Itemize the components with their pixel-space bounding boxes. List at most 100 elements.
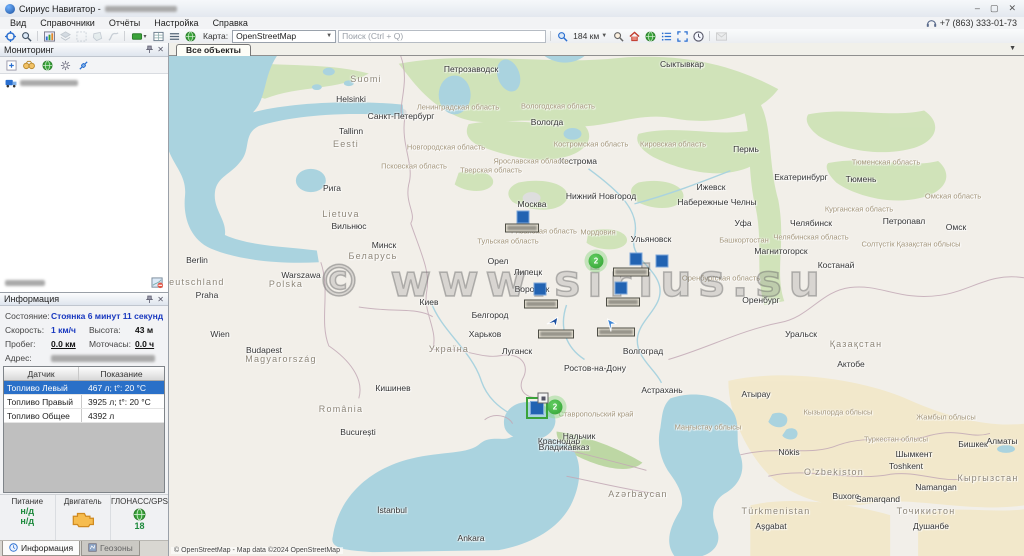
monitoring-title: Мониторинг (4, 45, 54, 55)
chevron-down-icon[interactable]: ▼ (1009, 45, 1016, 52)
vehicle-name-label[interactable] (606, 298, 640, 307)
vehicle-badge-marker[interactable] (538, 393, 549, 404)
search-input[interactable] (338, 30, 546, 43)
monitoring-panel-header: Мониторинг ✕ (0, 43, 168, 57)
map-canvas[interactable]: © www.sirius.su © OpenStreetMap - Map da… (169, 56, 1024, 556)
engine-icon (70, 510, 96, 528)
maximize-icon[interactable]: ▢ (990, 1, 999, 16)
cluster-marker[interactable]: 2 (548, 400, 563, 415)
gps-indicator: ГЛОНАСС/GPS 18 (111, 495, 168, 540)
address-value-blurred (51, 355, 155, 362)
time-icon[interactable] (691, 30, 705, 42)
address-label: Адрес: (5, 353, 51, 363)
table-row[interactable]: Топливо Левый 467 л; t°: 20 °C (4, 381, 164, 395)
object-name-blurred (5, 280, 45, 286)
vehicle-marker[interactable] (517, 211, 530, 224)
table-row[interactable]: Топливо Общее 4392 л (4, 409, 164, 423)
info-title: Информация (4, 294, 59, 304)
globe-icon[interactable] (643, 30, 657, 42)
sidebar: Мониторинг ✕ (0, 43, 169, 556)
sensor-reading: 3925 л; t°: 20 °C (82, 395, 164, 408)
globe-icon[interactable] (183, 30, 197, 42)
monitoring-tree[interactable] (0, 74, 168, 292)
geozone-tab-icon (88, 543, 97, 552)
layers-icon[interactable] (58, 30, 72, 42)
info-panel: Информация ✕ Состояние: Стоянка 6 минут … (0, 292, 168, 556)
menu-view[interactable]: Вид (3, 17, 33, 29)
indicators: Питание н/д н/д Двигатель ГЛОНАСС/GPS 18 (0, 494, 168, 540)
menu-reports[interactable]: Отчёты (102, 17, 147, 29)
zoom-icon[interactable] (555, 30, 569, 42)
close-icon[interactable]: ✕ (1008, 1, 1016, 16)
list-icon[interactable] (167, 30, 181, 42)
legend-icon[interactable] (659, 30, 673, 42)
tree-selected-object-row[interactable] (5, 277, 164, 289)
table-icon[interactable] (151, 30, 165, 42)
map-objects-tab[interactable]: Все объекты (176, 44, 251, 56)
sensor-name: Топливо Правый (4, 395, 82, 408)
vehicle-marker[interactable] (630, 253, 643, 266)
vehicle-name-label[interactable] (524, 300, 558, 309)
message-icon[interactable] (714, 30, 728, 42)
sensor-name: Топливо Общее (4, 409, 82, 422)
sensor-table: Датчик Показание Топливо Левый 467 л; t°… (3, 366, 165, 492)
select-icon[interactable] (74, 30, 88, 42)
menu-help[interactable]: Справка (206, 17, 255, 29)
vehicle-marker[interactable] (615, 282, 628, 295)
close-icon[interactable]: ✕ (157, 295, 164, 304)
monitoring-toolbar (0, 57, 168, 74)
altitude-value: 43 м (135, 325, 153, 335)
column-reading: Показание (79, 367, 164, 380)
expand-all-icon[interactable] (4, 59, 18, 71)
sensor-table-header: Датчик Показание (4, 367, 164, 381)
reports-icon[interactable] (42, 30, 56, 42)
vehicle-name-label[interactable] (505, 224, 539, 233)
state-value: Стоянка 6 минут 11 секунд (51, 311, 163, 321)
power-value-2: н/д (0, 516, 55, 526)
tab-information[interactable]: Информация (2, 541, 80, 556)
table-row[interactable]: Топливо Правый 3925 л; t°: 20 °C (4, 395, 164, 409)
mileage-value[interactable]: 0.0 км (51, 339, 89, 349)
minimize-icon[interactable]: – (975, 1, 980, 16)
vehicle-icon (5, 78, 17, 88)
monitoring-icon[interactable] (3, 30, 17, 42)
altitude-label: Высота: (89, 325, 135, 335)
tab-geozones[interactable]: Геозоны (81, 541, 140, 556)
settings-icon[interactable] (58, 59, 72, 71)
cluster-marker[interactable]: 2 (589, 254, 604, 269)
vehicle-marker[interactable] (656, 255, 669, 268)
tree-vehicle-item[interactable] (5, 78, 78, 88)
map-select[interactable]: OpenStreetMap ▼ (232, 30, 336, 43)
power-label: Питание (0, 497, 55, 506)
menu-directories[interactable]: Справочники (33, 17, 102, 29)
vehicle-name-label[interactable] (538, 330, 574, 339)
vehicle-name-blurred (20, 80, 78, 86)
search-objects-icon[interactable] (19, 30, 33, 42)
connection-icon[interactable] (76, 59, 90, 71)
state-label: Состояние: (5, 311, 51, 321)
menu-settings[interactable]: Настройка (147, 17, 205, 29)
home-icon[interactable] (627, 30, 641, 42)
polygon-icon[interactable] (90, 30, 104, 42)
chevron-down-icon: ▼ (326, 33, 332, 39)
sensor-name: Топливо Левый (4, 381, 82, 394)
close-icon[interactable]: ✕ (157, 45, 164, 54)
search-map-icon[interactable] (611, 30, 625, 42)
sensor-reading: 4392 л (82, 409, 164, 422)
pin-icon[interactable] (146, 45, 153, 54)
fullscreen-icon[interactable] (675, 30, 689, 42)
pin-icon[interactable] (146, 295, 153, 304)
vehicle-marker[interactable] (534, 283, 547, 296)
map-track-icon[interactable] (151, 277, 164, 289)
tab-geozones-label: Геозоны (100, 543, 133, 553)
vehicle-name-label[interactable] (613, 268, 649, 277)
color-dropdown-icon[interactable]: ▾ (129, 30, 149, 42)
headset-icon (926, 18, 937, 28)
window-title-blurred-object (105, 6, 177, 12)
engine-indicator: Двигатель (56, 495, 112, 540)
map-scale[interactable]: 184 км ▼ (571, 31, 609, 41)
binoculars-icon[interactable] (22, 59, 36, 71)
route-icon[interactable] (106, 30, 120, 42)
globe-icon[interactable] (40, 59, 54, 71)
hours-value[interactable]: 0.0 ч (135, 339, 154, 349)
